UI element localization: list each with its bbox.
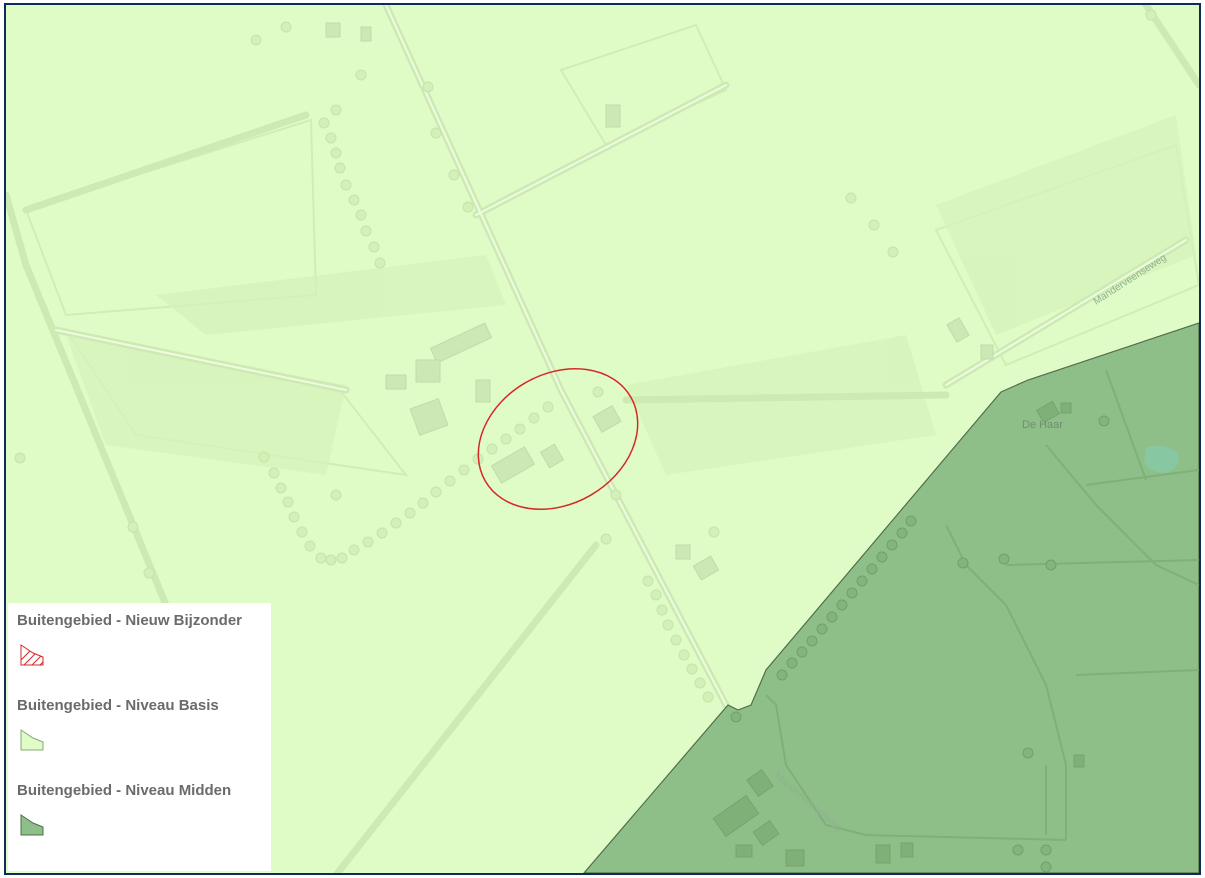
legend-title: Buitengebied - Niveau Midden — [17, 782, 232, 799]
legend-title: Buitengebied - Niveau Basis — [17, 697, 219, 714]
hatched-polygon-icon — [20, 644, 44, 666]
map-legend: Buitengebied - Nieuw Bijzonder Buitengeb… — [8, 603, 271, 871]
legend-title: Buitengebied - Nieuw Bijzonder — [17, 612, 243, 629]
legend-item-niveau-basis: Buitengebied - Niveau Basis — [17, 697, 219, 751]
place-label-de-haar: De Haar — [1022, 419, 1063, 431]
light-green-polygon-icon — [20, 729, 44, 751]
map-view[interactable]: De Haar Manderveenseweg Manderveenseweg … — [4, 3, 1201, 875]
legend-item-nieuw-bijzonder: Buitengebied - Nieuw Bijzonder — [17, 612, 242, 666]
dark-green-polygon-icon — [20, 814, 44, 836]
legend-item-niveau-midden: Buitengebied - Niveau Midden — [17, 782, 231, 836]
